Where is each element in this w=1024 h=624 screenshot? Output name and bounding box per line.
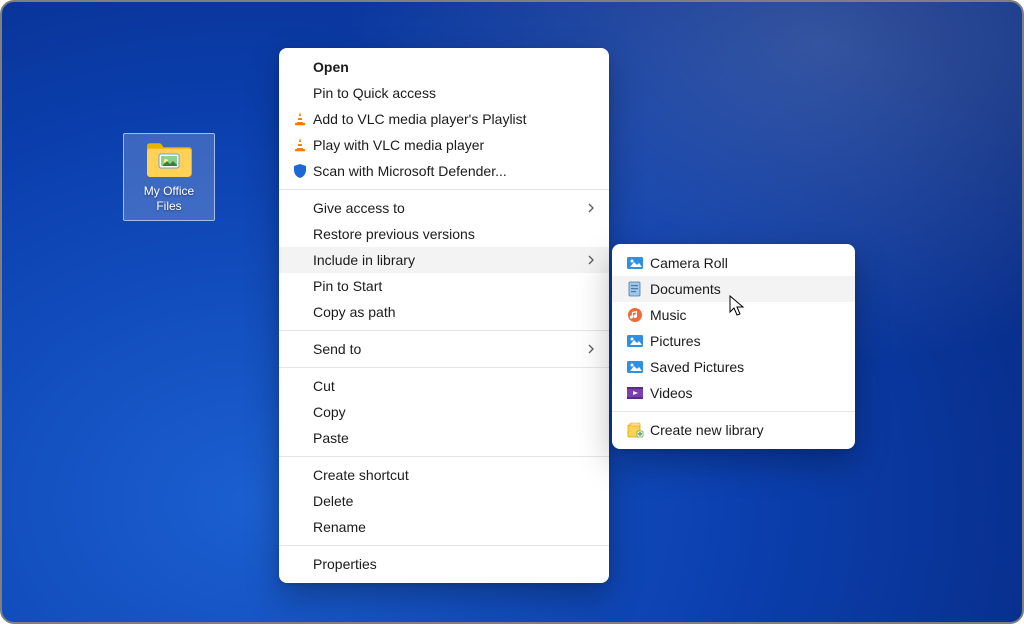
include-in-library-submenu: Camera Roll Documents Music	[612, 244, 855, 449]
menu-separator	[279, 545, 609, 546]
menu-item-vlc-add-playlist[interactable]: Add to VLC media player's Playlist	[279, 106, 609, 132]
submenu-item-label: Documents	[648, 281, 839, 297]
submenu-item-label: Saved Pictures	[648, 359, 839, 375]
menu-separator	[279, 456, 609, 457]
menu-item-label: Open	[311, 59, 595, 75]
submenu-item-label: Pictures	[648, 333, 839, 349]
desktop-icon-my-office-files[interactable]: My Office Files	[122, 133, 216, 221]
submenu-item-music[interactable]: Music	[612, 302, 855, 328]
new-library-icon	[622, 421, 648, 439]
menu-item-restore-previous-versions[interactable]: Restore previous versions	[279, 221, 609, 247]
submenu-item-label: Videos	[648, 385, 839, 401]
menu-separator	[279, 189, 609, 190]
submenu-item-label: Create new library	[648, 422, 839, 438]
menu-item-open[interactable]: Open	[279, 54, 609, 80]
menu-item-label: Restore previous versions	[311, 226, 595, 242]
menu-item-copy[interactable]: Copy	[279, 399, 609, 425]
videos-library-icon	[622, 384, 648, 402]
submenu-item-label: Music	[648, 307, 839, 323]
menu-item-label: Pin to Quick access	[311, 85, 595, 101]
vlc-cone-icon	[289, 137, 311, 153]
menu-item-label: Rename	[311, 519, 595, 535]
submenu-item-videos[interactable]: Videos	[612, 380, 855, 406]
pictures-library-icon	[622, 332, 648, 350]
menu-item-label: Delete	[311, 493, 595, 509]
menu-item-pin-to-start[interactable]: Pin to Start	[279, 273, 609, 299]
menu-item-label: Copy	[311, 404, 595, 420]
context-menu: Open Pin to Quick access Add to VLC medi…	[279, 48, 609, 583]
menu-item-label: Scan with Microsoft Defender...	[311, 163, 595, 179]
submenu-item-pictures[interactable]: Pictures	[612, 328, 855, 354]
menu-separator	[612, 411, 855, 412]
menu-item-vlc-play[interactable]: Play with VLC media player	[279, 132, 609, 158]
submenu-item-camera-roll[interactable]: Camera Roll	[612, 250, 855, 276]
menu-item-label: Properties	[311, 556, 595, 572]
menu-item-label: Add to VLC media player's Playlist	[311, 111, 595, 127]
submenu-arrow-icon	[581, 344, 595, 354]
menu-separator	[279, 367, 609, 368]
menu-item-label: Include in library	[311, 252, 581, 268]
menu-item-label: Pin to Start	[311, 278, 595, 294]
menu-item-label: Give access to	[311, 200, 581, 216]
menu-item-label: Send to	[311, 341, 581, 357]
pictures-library-icon	[622, 254, 648, 272]
menu-item-delete[interactable]: Delete	[279, 488, 609, 514]
menu-item-copy-as-path[interactable]: Copy as path	[279, 299, 609, 325]
menu-item-paste[interactable]: Paste	[279, 425, 609, 451]
menu-item-label: Copy as path	[311, 304, 595, 320]
submenu-item-documents[interactable]: Documents	[612, 276, 855, 302]
menu-item-include-in-library[interactable]: Include in library	[279, 247, 609, 273]
menu-item-send-to[interactable]: Send to	[279, 336, 609, 362]
vlc-cone-icon	[289, 111, 311, 127]
shield-icon	[289, 163, 311, 179]
submenu-item-create-new-library[interactable]: Create new library	[612, 417, 855, 443]
menu-item-label: Play with VLC media player	[311, 137, 595, 153]
menu-item-label: Create shortcut	[311, 467, 595, 483]
documents-library-icon	[622, 280, 648, 298]
menu-item-rename[interactable]: Rename	[279, 514, 609, 540]
submenu-arrow-icon	[581, 255, 595, 265]
submenu-item-label: Camera Roll	[648, 255, 839, 271]
pictures-library-icon	[622, 358, 648, 376]
menu-item-give-access-to[interactable]: Give access to	[279, 195, 609, 221]
music-library-icon	[622, 306, 648, 324]
menu-separator	[279, 330, 609, 331]
desktop-background: My Office Files Open Pin to Quick access…	[0, 0, 1024, 624]
folder-icon	[145, 140, 193, 180]
menu-item-create-shortcut[interactable]: Create shortcut	[279, 462, 609, 488]
menu-item-defender-scan[interactable]: Scan with Microsoft Defender...	[279, 158, 609, 184]
menu-item-cut[interactable]: Cut	[279, 373, 609, 399]
desktop-icon-label: My Office Files	[128, 184, 210, 214]
submenu-arrow-icon	[581, 203, 595, 213]
menu-item-pin-quick-access[interactable]: Pin to Quick access	[279, 80, 609, 106]
menu-item-label: Paste	[311, 430, 595, 446]
submenu-item-saved-pictures[interactable]: Saved Pictures	[612, 354, 855, 380]
menu-item-properties[interactable]: Properties	[279, 551, 609, 577]
menu-item-label: Cut	[311, 378, 595, 394]
